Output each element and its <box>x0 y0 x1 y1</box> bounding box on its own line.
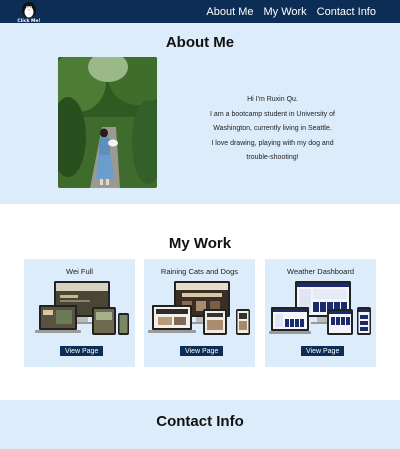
project-title: Raining Cats and Dogs <box>160 267 239 276</box>
view-page-button[interactable]: View Page <box>180 346 224 356</box>
bio-line: I love drawing, playing with my dog and <box>211 139 334 147</box>
project-title: Weather Dashboard <box>287 267 354 276</box>
project-preview-image <box>269 281 371 335</box>
nav-links: About Me My Work Contact Info <box>206 0 376 23</box>
bio-text: Hi I'm Ruxin Qu. I am a bootcamp student… <box>200 93 345 166</box>
project-title: Wei Full <box>66 267 93 276</box>
about-section: About Me Hi I'm Ruxin Qu. I am a bootcam… <box>0 23 400 204</box>
profile-photo <box>58 57 157 188</box>
about-title: About Me <box>165 34 235 51</box>
bio-line: I am a bootcamp student in University of <box>210 110 335 118</box>
project-card-wei-full: Wei Full View Page <box>24 259 135 367</box>
work-title: My Work <box>168 235 232 252</box>
contact-section: Contact Info <box>0 400 400 449</box>
navbar: Click Me! About Me My Work Contact Info <box>0 0 400 24</box>
project-cards: Wei Full View Page Raining Cats and Dogs… <box>24 259 376 367</box>
bio-line: Hi I'm Ruxin Qu. <box>247 96 298 103</box>
view-page-button[interactable]: View Page <box>60 346 104 356</box>
logo-link[interactable]: Click Me! <box>17 1 41 24</box>
project-preview-image <box>35 281 129 335</box>
project-preview-image <box>148 281 250 335</box>
bio-line: Washington, currently living in Seattle. <box>213 125 332 132</box>
bio-line: trouble-shooting! <box>246 154 299 161</box>
nav-link-my-work[interactable]: My Work <box>263 6 306 18</box>
project-card-raining-cats-and-dogs: Raining Cats and Dogs View Page <box>144 259 255 367</box>
contact-title: Contact Info <box>156 413 244 430</box>
view-page-button[interactable]: View Page <box>301 346 345 356</box>
work-section: My Work Wei Full View Page Raining Cats … <box>0 204 400 400</box>
nav-link-contact-info[interactable]: Contact Info <box>317 6 376 18</box>
project-card-weather-dashboard: Weather Dashboard View Page <box>265 259 376 367</box>
nav-link-about-me[interactable]: About Me <box>206 6 253 18</box>
